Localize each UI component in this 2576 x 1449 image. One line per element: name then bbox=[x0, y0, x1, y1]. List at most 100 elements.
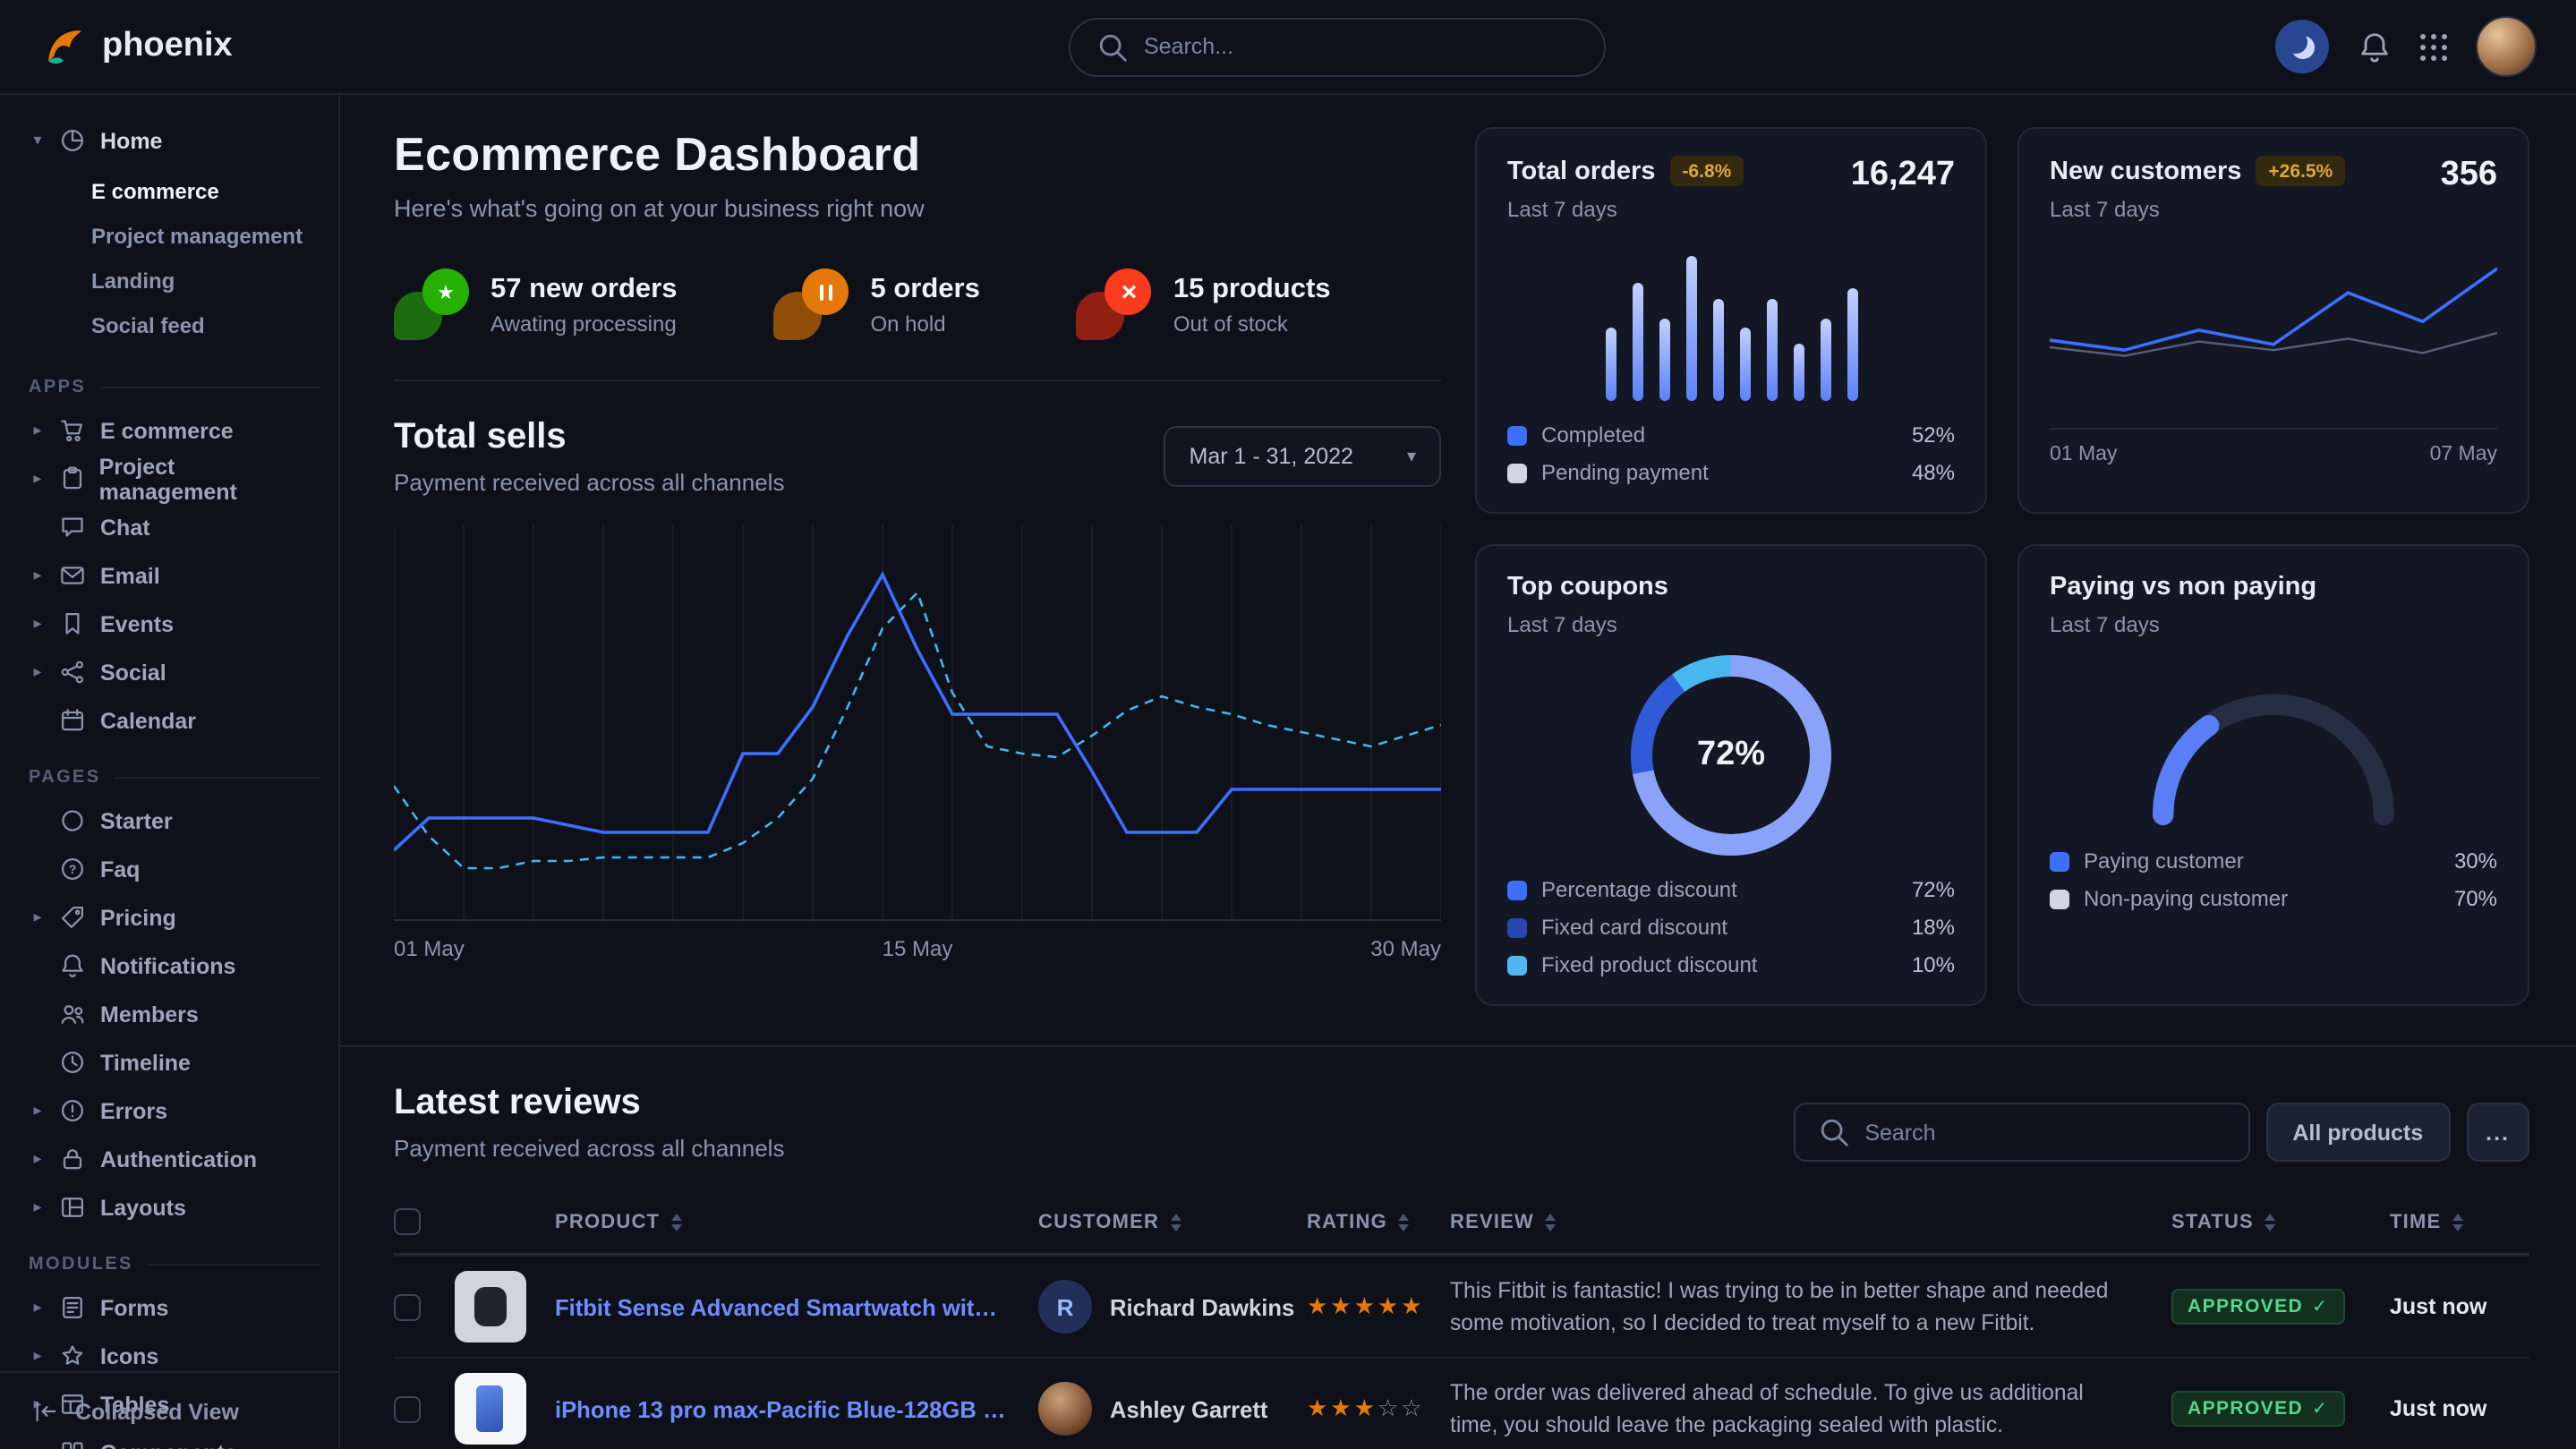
column-header-status[interactable]: STATUS bbox=[2171, 1211, 2390, 1232]
trend-badge: +26.5% bbox=[2256, 156, 2345, 186]
quick-stat: ★57 new ordersAwating processing bbox=[394, 268, 678, 340]
paying-vs-nonpaying-card: Paying vs non paying Last 7 days Paying … bbox=[2017, 544, 2529, 1006]
search-icon bbox=[1096, 30, 1130, 64]
top-coupons-card: Top coupons Last 7 days 72% Percentage d… bbox=[1475, 544, 1987, 1006]
row-checkbox[interactable] bbox=[394, 1293, 421, 1320]
share-icon bbox=[59, 659, 88, 686]
sidebar-item-starter[interactable]: Starter bbox=[21, 797, 320, 845]
notifications-bell-icon[interactable] bbox=[2358, 30, 2392, 64]
global-search[interactable] bbox=[1069, 17, 1606, 76]
sidebar-section-label: APPS bbox=[29, 378, 320, 397]
sidebar: ▾HomeE commerceProject managementLanding… bbox=[0, 95, 340, 1449]
caret-down-icon: ▾ bbox=[29, 131, 47, 150]
sidebar-item-timeline[interactable]: Timeline bbox=[21, 1038, 320, 1087]
theme-toggle-button[interactable] bbox=[2275, 20, 2329, 73]
rating-stars: ★★★☆☆ bbox=[1307, 1394, 1450, 1423]
review-text: The order was delivered ahead of schedul… bbox=[1450, 1376, 2171, 1442]
total-orders-value: 16,247 bbox=[1851, 156, 1955, 195]
sidebar-item-e-commerce[interactable]: E commerce bbox=[21, 168, 320, 213]
caret-right-icon: ▸ bbox=[29, 908, 47, 927]
reviews-table-head: PRODUCTCUSTOMERRATINGREVIEWSTATUSTIME bbox=[394, 1190, 2529, 1255]
sidebar-item-errors[interactable]: ▸Errors bbox=[21, 1087, 320, 1135]
global-search-input[interactable] bbox=[1144, 34, 1579, 59]
customer-avatar bbox=[1038, 1382, 1092, 1436]
sidebar-item-authentication[interactable]: ▸Authentication bbox=[21, 1135, 320, 1183]
sidebar-item-project-management[interactable]: ▸Project management bbox=[21, 455, 320, 503]
sidebar-item-forms[interactable]: ▸Forms bbox=[21, 1283, 320, 1332]
sort-icon bbox=[1398, 1213, 1409, 1231]
clock-icon bbox=[59, 1049, 88, 1076]
caret-right-icon: ▸ bbox=[29, 662, 47, 682]
select-all-checkbox[interactable] bbox=[394, 1208, 421, 1235]
sidebar-nav: ▾HomeE commerceProject managementLanding… bbox=[21, 116, 320, 1449]
column-header-time[interactable]: TIME bbox=[2390, 1211, 2529, 1232]
brand-name: phoenix bbox=[102, 27, 233, 66]
column-header-product[interactable]: PRODUCT bbox=[555, 1211, 1038, 1232]
new-customers-x-labels: 01 May07 May bbox=[2050, 428, 2497, 465]
total-sells-x-labels: 01 May15 May30 May bbox=[394, 936, 1441, 961]
search-icon bbox=[1816, 1115, 1850, 1149]
product-image[interactable] bbox=[455, 1271, 526, 1342]
table-row: iPhone 13 pro max-Pacific Blue-128GB sto… bbox=[394, 1357, 2529, 1449]
customer-name: Ashley Garrett bbox=[1110, 1395, 1267, 1422]
sidebar-item-chat[interactable]: Chat bbox=[21, 503, 320, 551]
chat-icon bbox=[59, 514, 88, 541]
sidebar-item-social-feed[interactable]: Social feed bbox=[21, 303, 320, 347]
topbar-actions bbox=[2275, 16, 2537, 77]
sidebar-item-home[interactable]: ▾Home bbox=[21, 116, 320, 165]
caret-right-icon: ▸ bbox=[29, 421, 47, 440]
table-row: Fitbit Sense Advanced Smartwatch with To… bbox=[394, 1255, 2529, 1357]
sidebar-item-project-management[interactable]: Project management bbox=[21, 213, 320, 258]
apps-grid-icon[interactable] bbox=[2420, 33, 2447, 60]
sort-icon bbox=[2452, 1213, 2462, 1231]
bookmark-icon bbox=[59, 610, 88, 637]
coupons-donut-chart: 72% bbox=[1631, 655, 1831, 856]
legend-item: Fixed card discount18% bbox=[1507, 915, 1955, 940]
column-header-rating[interactable]: RATING bbox=[1307, 1211, 1450, 1232]
card-period: Last 7 days bbox=[2050, 612, 2316, 637]
sidebar-item-layouts[interactable]: ▸Layouts bbox=[21, 1183, 320, 1232]
legend-item: Percentage discount72% bbox=[1507, 877, 1955, 902]
star-badge-icon: ★ bbox=[394, 268, 469, 340]
coupons-center-value: 72% bbox=[1631, 655, 1831, 856]
column-header-customer[interactable]: CUSTOMER bbox=[1038, 1211, 1307, 1232]
all-products-button[interactable]: All products bbox=[2265, 1103, 2450, 1162]
app-window: phoenix ▾HomeE commerceProject managemen… bbox=[0, 0, 2576, 1449]
question-icon: ? bbox=[59, 856, 88, 882]
legend-item: Non-paying customer70% bbox=[2050, 886, 2497, 911]
sidebar-section-label: PAGES bbox=[29, 768, 320, 788]
user-avatar[interactable] bbox=[2476, 16, 2537, 77]
row-checkbox[interactable] bbox=[394, 1395, 421, 1422]
alert-icon bbox=[59, 1097, 88, 1124]
sidebar-item-landing[interactable]: Landing bbox=[21, 258, 320, 303]
collapsed-view-toggle[interactable]: Collapsed View bbox=[0, 1371, 338, 1449]
trend-badge: -6.8% bbox=[1669, 156, 1744, 186]
reviews-search[interactable] bbox=[1793, 1103, 2249, 1162]
caret-right-icon: ▸ bbox=[29, 566, 47, 585]
sort-icon bbox=[1170, 1213, 1181, 1231]
product-image[interactable] bbox=[455, 1373, 526, 1445]
caret-right-icon: ▸ bbox=[29, 1149, 47, 1169]
sidebar-item-members[interactable]: Members bbox=[21, 990, 320, 1038]
sidebar-item-social[interactable]: ▸Social bbox=[21, 648, 320, 696]
sidebar-item-pricing[interactable]: ▸Pricing bbox=[21, 893, 320, 942]
more-options-button[interactable]: ... bbox=[2466, 1103, 2529, 1162]
reviews-search-input[interactable] bbox=[1864, 1120, 2226, 1145]
product-link[interactable]: Fitbit Sense Advanced Smartwatch with To… bbox=[555, 1293, 1038, 1320]
sidebar-section-label: MODULES bbox=[29, 1255, 320, 1274]
date-range-select[interactable]: Mar 1 - 31, 2022 ▾ bbox=[1164, 426, 1442, 487]
product-link[interactable]: iPhone 13 pro max-Pacific Blue-128GB sto… bbox=[555, 1395, 1038, 1422]
collapsed-view-label: Collapsed View bbox=[75, 1399, 239, 1424]
x-axis-label: 07 May bbox=[2430, 444, 2497, 465]
sidebar-item-email[interactable]: ▸Email bbox=[21, 551, 320, 600]
moon-icon bbox=[2290, 35, 2314, 58]
sidebar-item-notifications[interactable]: Notifications bbox=[21, 942, 320, 990]
sidebar-item-faq[interactable]: ?Faq bbox=[21, 845, 320, 893]
column-header-review[interactable]: REVIEW bbox=[1450, 1211, 2171, 1232]
brand[interactable]: phoenix bbox=[39, 22, 233, 71]
sidebar-item-e-commerce[interactable]: ▸E commerce bbox=[21, 406, 320, 455]
caret-right-icon: ▸ bbox=[29, 1298, 47, 1317]
sidebar-item-events[interactable]: ▸Events bbox=[21, 600, 320, 648]
sidebar-item-calendar[interactable]: Calendar bbox=[21, 696, 320, 745]
tag-icon bbox=[59, 904, 88, 931]
